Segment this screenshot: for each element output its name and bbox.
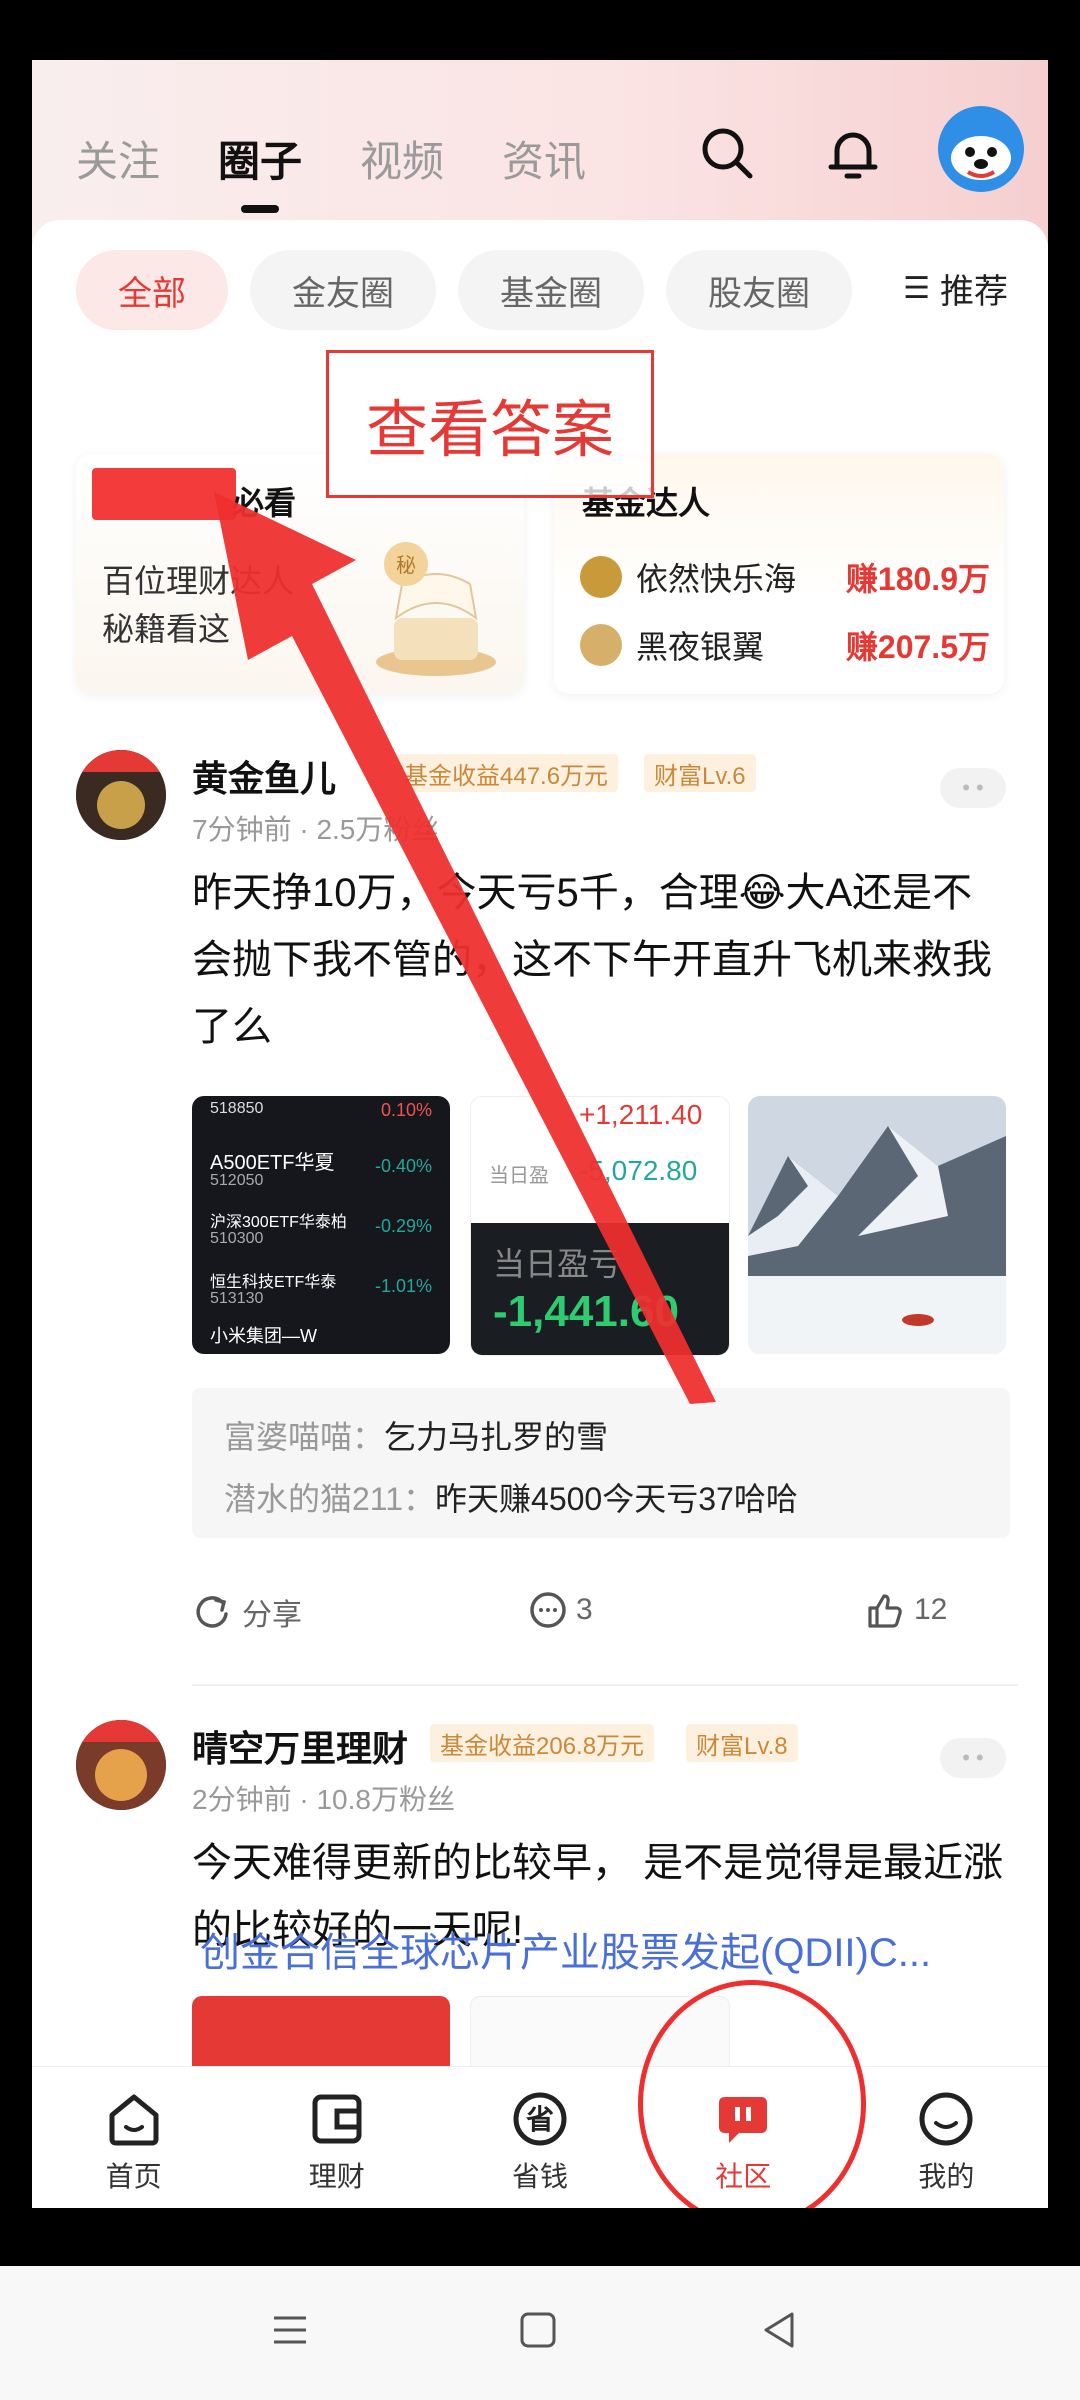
home-square-icon[interactable]	[518, 2310, 558, 2350]
back-icon[interactable]	[760, 2310, 800, 2350]
annotation-arrow	[214, 492, 716, 1404]
menu-icon[interactable]	[270, 2310, 310, 2350]
system-navigation-bar	[0, 2266, 1080, 2400]
